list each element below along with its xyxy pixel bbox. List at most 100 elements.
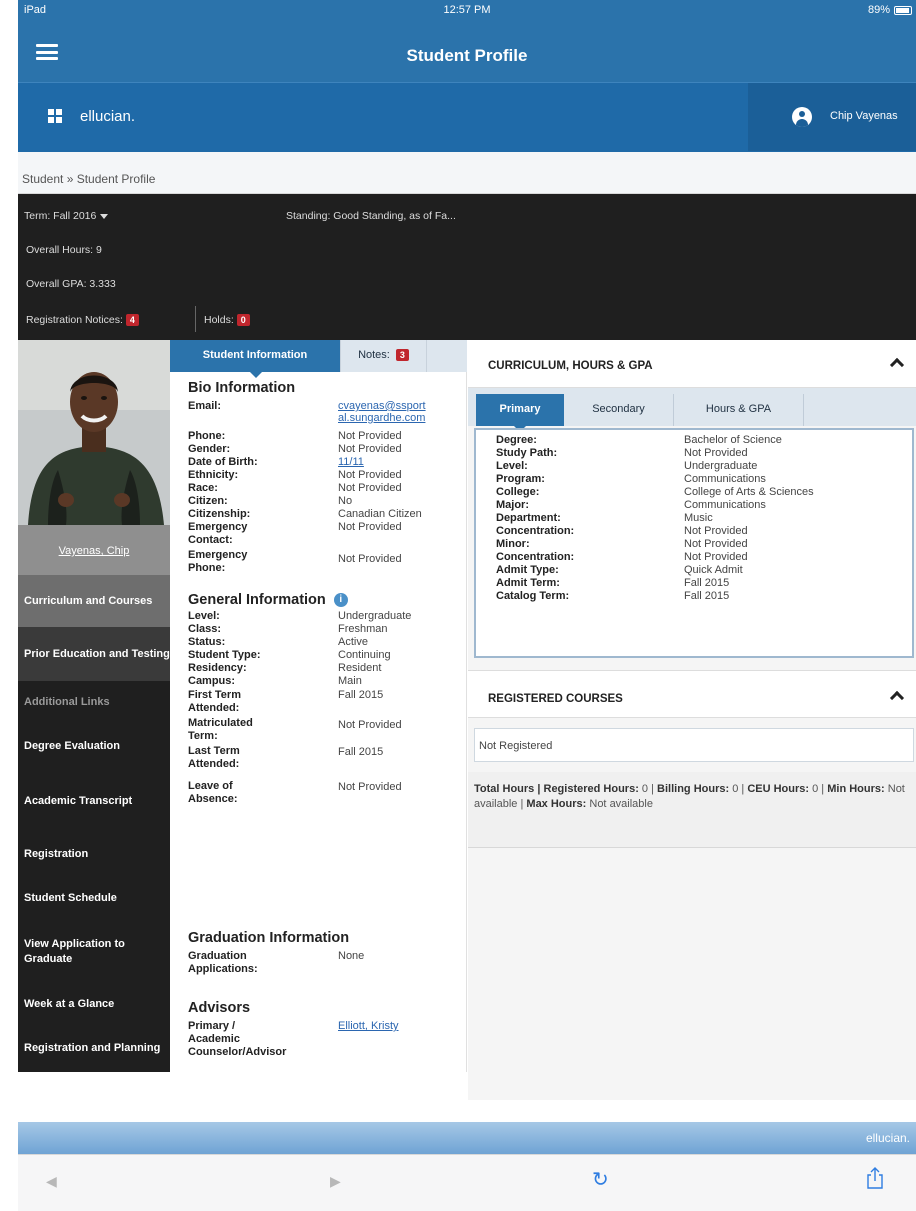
tab-student-information[interactable]: Student Information <box>170 340 340 378</box>
billing-hours-label: Billing Hours: <box>657 783 730 795</box>
registered-hours-label: Registered Hours: <box>543 783 639 795</box>
tab-hours-gpa[interactable]: Hours & GPA <box>674 394 804 426</box>
overall-gpa: Overall GPA: 3.333 <box>26 278 116 290</box>
curriculum-header[interactable]: CURRICULUM, HOURS & GPA <box>468 340 916 388</box>
curr-value: Not Provided <box>684 551 748 563</box>
curr-value: Communications <box>684 499 766 511</box>
sidebar-item-degree-evaluation[interactable]: Degree Evaluation <box>18 723 170 769</box>
curr-value: Not Provided <box>684 447 748 459</box>
field-label: Gender: <box>188 443 231 455</box>
notices-label: Registration Notices: <box>26 314 123 326</box>
field-value: Not Provided <box>338 430 402 442</box>
field-value: Undergraduate <box>338 610 412 622</box>
field-label: Class: <box>188 623 222 635</box>
user-menu[interactable]: Chip Vayenas <box>748 83 916 151</box>
graduation-information-title: Graduation Information <box>188 930 350 946</box>
email-link-line2[interactable]: al.sungardhe.com <box>338 412 425 424</box>
notes-count-badge: 3 <box>395 349 409 361</box>
curr-value: Communications <box>684 473 766 485</box>
holds[interactable]: Holds: 0 <box>204 314 250 326</box>
advisor-link[interactable]: Elliott, Kristy <box>338 1020 399 1032</box>
registered-courses-header[interactable]: REGISTERED COURSES <box>468 670 916 718</box>
screen: { "status_bar": { "carrier": "iPad", "ti… <box>0 0 916 1211</box>
sidebar-item-academic-transcript[interactable]: Academic Transcript <box>18 769 170 833</box>
hours-summary: Total Hours | Registered Hours: 0 | Bill… <box>468 772 916 848</box>
sidebar-item-prior-education[interactable]: Prior Education and Testing <box>18 627 170 681</box>
forward-icon[interactable]: ▶ <box>330 1173 341 1190</box>
curr-label: Study Path: <box>496 447 558 459</box>
sidebar-item-week-at-a-glance[interactable]: Week at a Glance <box>18 983 170 1025</box>
general-information-title: General Information i <box>188 592 348 608</box>
chevron-up-icon[interactable] <box>889 357 905 373</box>
student-info-tabs: Student Information Notes: 3 <box>170 340 467 378</box>
curr-value: Quick Admit <box>684 564 743 576</box>
field-value: Fall 2015 <box>338 746 384 758</box>
sidebar-item-registration-planning[interactable]: Registration and Planning <box>18 1025 170 1072</box>
curr-value: Not Provided <box>684 538 748 550</box>
field-label-cont: Contact: <box>188 534 233 546</box>
sidebar-item-registration[interactable]: Registration <box>18 833 170 875</box>
ceu-label: CEU <box>747 783 771 795</box>
field-label-cont: Absence: <box>188 793 238 805</box>
student-name-bar: Vayenas, Chip <box>18 525 170 575</box>
curr-label: Department: <box>496 512 561 524</box>
holds-label: Holds: <box>204 314 234 326</box>
info-icon[interactable]: i <box>333 593 348 608</box>
date-of-birth-link[interactable]: 11/11 <box>338 456 364 468</box>
field-value: Continuing <box>338 649 391 661</box>
field-label: Emergency <box>188 549 248 561</box>
browser-toolbar: ◀ ▶ ↻ <box>18 1154 916 1211</box>
right-panel: CURRICULUM, HOURS & GPA Primary Secondar… <box>468 340 916 1100</box>
curr-label: Concentration: <box>496 525 575 537</box>
tab-secondary[interactable]: Secondary <box>564 394 674 426</box>
field-label-cont: Phone: <box>188 562 226 574</box>
notices-count-badge: 4 <box>125 314 139 326</box>
footer-band: ellucian. <box>18 1122 916 1154</box>
field-label: Campus: <box>188 675 236 687</box>
tab-primary[interactable]: Primary <box>476 394 564 432</box>
field-value: Not Provided <box>338 553 402 565</box>
divider <box>195 306 196 332</box>
user-name: Chip Vayenas <box>830 110 898 122</box>
field-label: Residency: <box>188 662 247 674</box>
battery-indicator: 89% <box>868 4 912 16</box>
reload-icon[interactable]: ↻ <box>592 1167 609 1192</box>
email-link-line1[interactable]: cvayenas@ssport <box>338 400 426 412</box>
student-name-link[interactable]: Vayenas, Chip <box>59 545 130 557</box>
sidebar-item-curriculum[interactable]: Curriculum and Courses <box>18 575 170 627</box>
advisors-title: Advisors <box>188 1000 251 1016</box>
tab-notes[interactable]: Notes: 3 <box>340 340 426 372</box>
footer-logo: ellucian. <box>865 1131 910 1145</box>
field-label-cont: Term: <box>188 730 218 742</box>
breadcrumb[interactable]: Student » Student Profile <box>18 152 916 194</box>
curr-label: Minor: <box>496 538 530 550</box>
field-label-cont: Attended: <box>188 758 240 770</box>
curr-label: Level: <box>496 460 528 472</box>
field-label: Student Type: <box>188 649 261 661</box>
registration-notices[interactable]: Registration Notices: 4 <box>26 314 139 326</box>
curr-value: Bachelor of Science <box>684 434 782 446</box>
field-label: Emergency <box>188 521 248 533</box>
curr-label: Admit Type: <box>496 564 559 576</box>
sidebar-item-view-application[interactable]: View Application to Graduate <box>18 921 170 983</box>
field-value: Not Provided <box>338 469 402 481</box>
back-icon[interactable]: ◀ <box>46 1173 57 1190</box>
sidebar-item-student-schedule[interactable]: Student Schedule <box>18 875 170 921</box>
billing-hours-value: 0 <box>732 783 739 795</box>
term-dropdown[interactable]: Term: Fall 2016 <box>24 210 109 222</box>
field-label: Race: <box>188 482 218 494</box>
curr-label: Admit Term: <box>496 577 560 589</box>
curr-value: Fall 2015 <box>684 577 730 589</box>
share-icon[interactable] <box>866 1167 884 1189</box>
field-value: Not Provided <box>338 482 402 494</box>
min-hours-label: Min Hours: <box>827 783 885 795</box>
caret-down-icon <box>100 213 109 219</box>
chevron-up-icon[interactable] <box>889 690 905 706</box>
field-value: No <box>338 495 353 507</box>
student-summary-panel: Term: Fall 2016 Standing: Good Standing,… <box>18 194 916 340</box>
field-value: Not Provided <box>338 719 402 731</box>
app-grid-icon[interactable] <box>48 109 62 123</box>
ceu-hours-label: Hours: <box>773 783 810 795</box>
field-label: Phone: <box>188 430 226 442</box>
curr-label: Catalog Term: <box>496 590 570 602</box>
